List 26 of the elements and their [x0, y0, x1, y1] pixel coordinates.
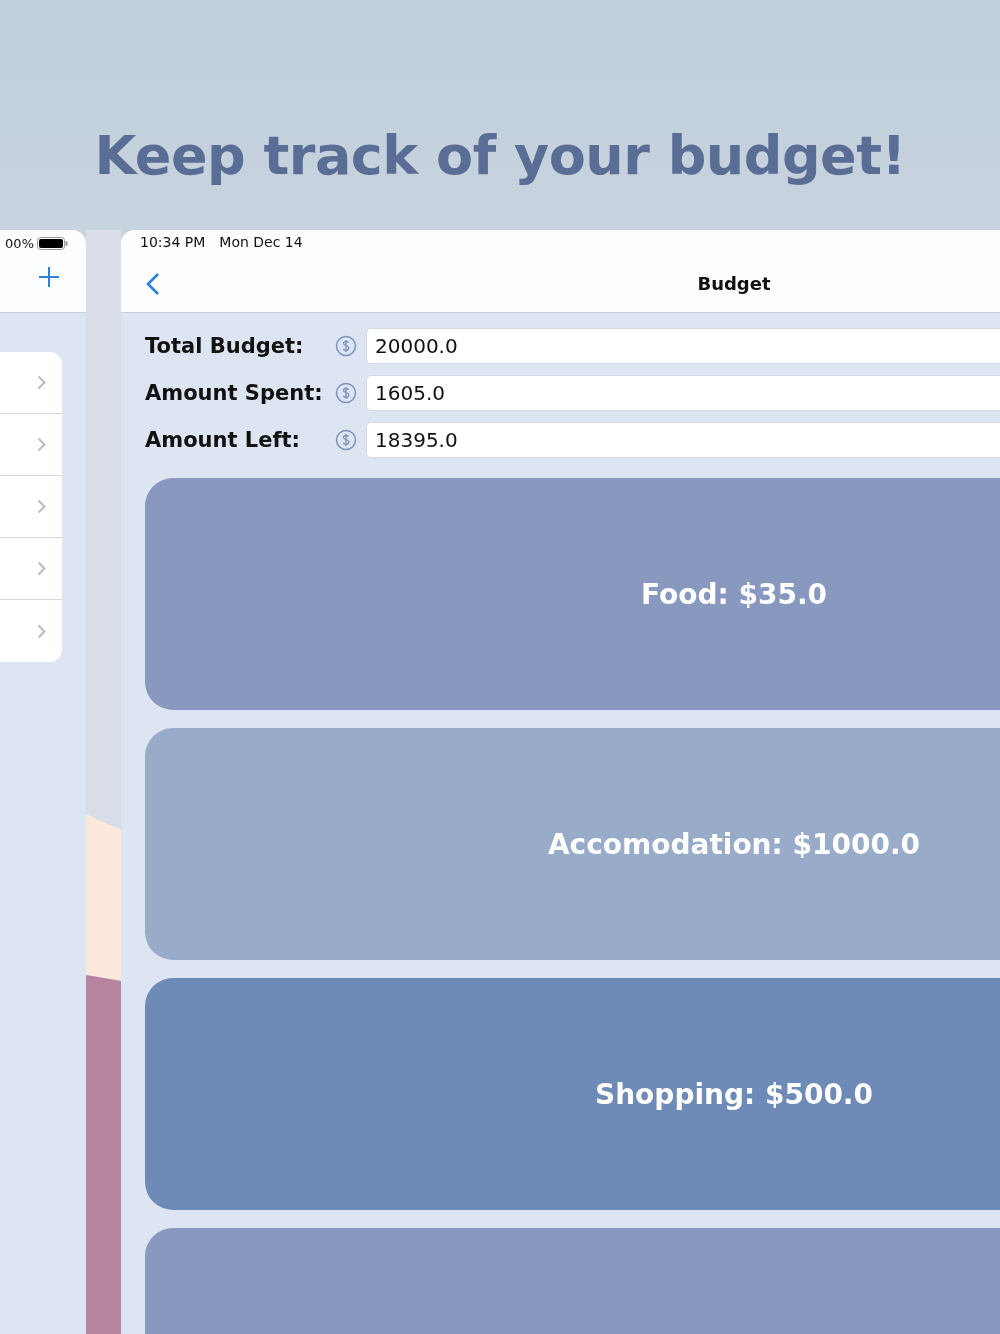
category-card[interactable]: Shopping: $500.0 [145, 978, 1000, 1210]
amount-field[interactable]: 18395.0 [366, 422, 1000, 458]
chevron-icon[interactable] [37, 375, 46, 390]
status-time: 10:34 PM [140, 234, 206, 252]
status-date: Mon Dec 14 [219, 234, 303, 252]
headline: Keep track of your budget! [93, 124, 907, 187]
nav-title: Budget [697, 273, 771, 294]
add-icon[interactable] [38, 266, 60, 288]
chevron-icon[interactable] [37, 561, 46, 576]
battery-icon [37, 236, 68, 250]
field-label: Amount Spent: [145, 381, 324, 405]
back-icon[interactable] [146, 272, 160, 296]
category-label: Shopping: $500.0 [595, 1077, 873, 1111]
dollar-icon [335, 429, 357, 451]
field-label: Total Budget: [145, 334, 305, 358]
field-label: Amount Left: [145, 428, 301, 452]
dollar-icon [335, 382, 357, 404]
dollar-icon [335, 335, 357, 357]
category-label: Accomodation: $1000.0 [547, 827, 921, 861]
category-label: Food: $35.0 [641, 577, 827, 611]
chevron-icon[interactable] [37, 437, 46, 452]
chevron-icon[interactable] [37, 623, 46, 639]
amount-field[interactable]: 20000.0 [366, 328, 1000, 364]
chevron-icon[interactable] [37, 499, 46, 514]
amount-field[interactable]: 1605.0 [366, 375, 1000, 411]
battery-percent: 00% [5, 235, 34, 251]
